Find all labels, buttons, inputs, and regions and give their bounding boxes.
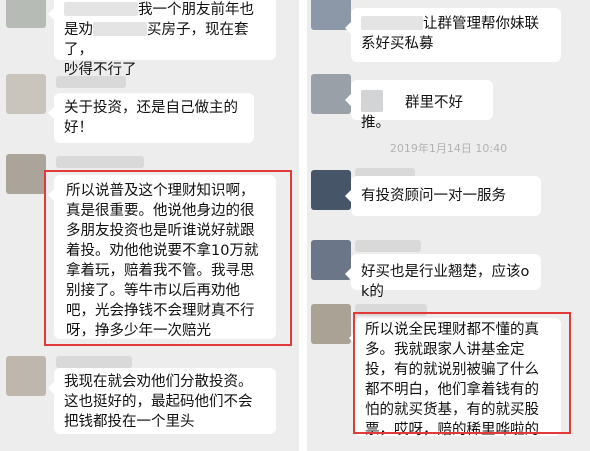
message-bubble: 让群管理帮你妹联系好买私募 [345,8,561,62]
redacted-text [93,22,147,36]
message-bubble: 关于投资，还是自己做主的好！ [48,93,254,143]
highlight-box [44,170,292,346]
message-bubble: 有投资顾问一对一服务 [345,176,541,216]
sticker-icon [361,90,383,112]
redacted-name [64,2,138,16]
message-text: 有投资顾问一对一服务 [361,188,506,204]
message-bubble: 我现在就会劝他们分散投资。这也挺好的，最起码他们不会把钱都投在一个里头 [48,368,276,434]
avatar[interactable] [6,154,46,194]
message-text: 关于投资，还是自己做主的好！ [64,100,238,136]
message-bubble: 我一个朋友前年也 是劝 买房子，现在套了， 吵得不行了 [48,0,276,78]
avatar[interactable] [6,74,46,114]
redacted-name [361,16,423,30]
message-text: 好买也是行业翘楚，应该ok的 [361,264,530,300]
right-chat-panel: 让群管理帮你妹联系好买私募 群里不好推。 2019年1月14日 10:40 有投… [307,0,590,451]
avatar[interactable] [311,304,351,344]
message-text: 我现在就会劝他们分散投资。这也挺好的，最起码他们不会把钱都投在一个里头 [64,374,253,430]
left-chat-panel: 我一个朋友前年也 是劝 买房子，现在套了， 吵得不行了 关于投资，还是自己做主的好… [0,0,299,451]
avatar[interactable] [6,356,46,396]
highlight-box [353,312,571,434]
timestamp: 2019年1月14日 10:40 [389,142,508,155]
sender-name [56,156,144,168]
avatar[interactable] [6,0,46,28]
sender-name [56,76,126,88]
message-text: 是劝 [64,22,93,38]
message-bubble: 群里不好推。 [345,80,493,131]
sender-name [56,356,132,368]
sender-name [355,240,421,252]
message-bubble: 好买也是行业翘楚，应该ok的 [345,254,541,300]
message-text: 我一个朋友前年也 [138,2,254,18]
